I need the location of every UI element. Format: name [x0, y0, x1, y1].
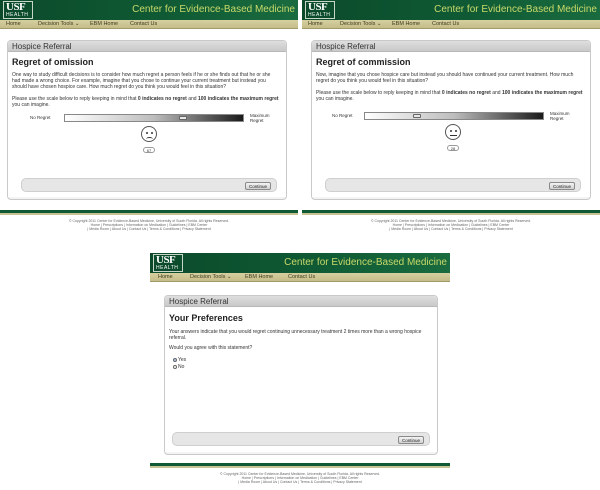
content-panel: Hospice Referral Your Preferences Your a…	[164, 295, 438, 455]
footer-links-2[interactable]: | Media Room | About Us | Contact Us | T…	[302, 227, 600, 232]
main-nav: Home Decision Tools ⌄ EBM Home Contact U…	[150, 273, 450, 282]
panel-header: Hospice Referral	[8, 41, 286, 52]
face-mouth-icon	[450, 135, 457, 139]
main-nav: Home Decision Tools ⌄ EBM Home Contact U…	[302, 20, 600, 29]
nav-contact-us[interactable]: Contact Us	[288, 274, 315, 280]
usf-health-logo[interactable]: USF HEALTH	[153, 254, 183, 272]
screen-your-preferences: USF HEALTH Center for Evidence-Based Med…	[150, 253, 450, 490]
nav-home[interactable]: Home	[6, 21, 21, 27]
page-heading: Regret of commission	[316, 57, 411, 67]
sad-face-icon	[445, 124, 461, 140]
footer-rule-tan	[150, 466, 450, 468]
continue-button[interactable]: Continue	[397, 436, 424, 444]
nav-contact-us[interactable]: Contact Us	[432, 21, 459, 27]
instruction-post: you can imagine.	[12, 102, 50, 108]
screen-regret-omission: USF HEALTH Center for Evidence-Based Med…	[0, 0, 298, 245]
face-eye-icon	[146, 132, 148, 134]
footer-rule-tan	[302, 213, 600, 215]
main-nav: Home Decision Tools ⌄ EBM Home Contact U…	[0, 20, 298, 29]
panel-header: Hospice Referral	[312, 41, 590, 52]
content-panel: Hospice Referral Regret of commission No…	[311, 40, 591, 200]
logo-subtext: HEALTH	[308, 12, 331, 18]
nav-decision-tools[interactable]: Decision Tools ⌄	[38, 21, 80, 27]
continue-button[interactable]: Continue	[548, 182, 575, 190]
nav-contact-us[interactable]: Contact Us	[130, 21, 157, 27]
slider-value: 67	[143, 147, 155, 153]
panel-title: Hospice Referral	[316, 42, 376, 51]
option-yes[interactable]: Yes	[173, 357, 186, 363]
nav-ebm-home[interactable]: EBM Home	[392, 21, 420, 27]
sad-face-icon	[141, 126, 157, 142]
result-text: Your answers indicate that you would reg…	[169, 329, 422, 341]
face-eye-icon	[450, 130, 452, 132]
scale-min-label: No Regret	[30, 115, 51, 120]
nav-decision-tools[interactable]: Decision Tools ⌄	[190, 274, 232, 280]
nav-home[interactable]: Home	[308, 21, 323, 27]
site-title: Center for Evidence-Based Medicine	[132, 4, 295, 15]
site-banner: USF HEALTH Center for Evidence-Based Med…	[302, 0, 600, 20]
slider-value: 28	[447, 145, 459, 151]
instruction-bold-min: 0 indicates no regret	[441, 90, 491, 96]
instruction-mid: and	[490, 90, 502, 96]
slider-thumb[interactable]	[179, 116, 187, 120]
regret-slider[interactable]	[364, 112, 544, 120]
screen-regret-commission: USF HEALTH Center for Evidence-Based Med…	[302, 0, 600, 245]
face-eye-icon	[455, 130, 457, 132]
instruction-post: you can imagine.	[316, 96, 354, 102]
site-title: Center for Evidence-Based Medicine	[434, 4, 597, 15]
panel-body: Your Preferences Your answers indicate t…	[165, 307, 437, 452]
button-bar: Continue	[172, 432, 430, 446]
scale-min-label: No Regret	[332, 113, 353, 118]
footer-links-2[interactable]: | Media Room | About Us | Contact Us | T…	[0, 227, 298, 232]
question-text: One way to study difficult decisions is …	[12, 72, 271, 90]
option-yes-label: Yes	[178, 357, 187, 363]
panel-title: Hospice Referral	[169, 297, 229, 306]
face-eye-icon	[151, 132, 153, 134]
scale-instruction: Please use the scale below to reply keep…	[316, 90, 584, 102]
nav-decision-tools[interactable]: Decision Tools ⌄	[340, 21, 382, 27]
button-bar: Continue	[325, 178, 581, 192]
panel-body: Regret of omission One way to study diff…	[8, 52, 286, 197]
content-panel: Hospice Referral Regret of omission One …	[7, 40, 287, 200]
instruction-mid: and	[186, 96, 198, 102]
slider-thumb[interactable]	[413, 114, 421, 118]
site-title: Center for Evidence-Based Medicine	[284, 257, 447, 268]
face-mouth-icon	[146, 137, 153, 141]
logo-subtext: HEALTH	[6, 12, 29, 18]
nav-home[interactable]: Home	[158, 274, 173, 280]
footer-rule-tan	[0, 213, 298, 215]
nav-ebm-home[interactable]: EBM Home	[90, 21, 118, 27]
nav-ebm-home[interactable]: EBM Home	[245, 274, 273, 280]
question-text: Now, imagine that you chose hospice care…	[316, 72, 574, 84]
panel-title: Hospice Referral	[12, 42, 72, 51]
continue-button[interactable]: Continue	[244, 182, 271, 190]
footer-links-2[interactable]: | Media Room | About Us | Contact Us | T…	[150, 480, 450, 485]
instruction-bold-max: 100 indicates the maximum regret	[197, 96, 279, 102]
usf-health-logo[interactable]: USF HEALTH	[305, 1, 335, 19]
logo-subtext: HEALTH	[156, 265, 179, 271]
instruction-bold-min: 0 indicates no regret	[137, 96, 187, 102]
radio-unselected-icon[interactable]	[173, 365, 177, 369]
scale-max-label: Maximum Regret	[250, 113, 270, 123]
option-no[interactable]: No	[173, 364, 184, 370]
page-heading: Your Preferences	[169, 313, 243, 323]
button-bar: Continue	[21, 178, 277, 192]
page-heading: Regret of omission	[12, 57, 94, 67]
instruction-bold-max: 100 indicates the maximum regret	[501, 90, 583, 96]
site-banner: USF HEALTH Center for Evidence-Based Med…	[0, 0, 298, 20]
scale-max-label: Maximum Regret	[550, 111, 570, 121]
option-no-label: No	[178, 364, 185, 370]
usf-health-logo[interactable]: USF HEALTH	[3, 1, 33, 19]
agree-question: Would you agree with this statement?	[169, 345, 253, 351]
panel-body: Regret of commission Now, imagine that y…	[312, 52, 590, 197]
panel-header: Hospice Referral	[165, 296, 437, 307]
regret-slider[interactable]	[64, 114, 244, 122]
radio-selected-icon[interactable]	[173, 358, 177, 362]
scale-instruction: Please use the scale below to reply keep…	[12, 96, 280, 108]
site-banner: USF HEALTH Center for Evidence-Based Med…	[150, 253, 450, 273]
